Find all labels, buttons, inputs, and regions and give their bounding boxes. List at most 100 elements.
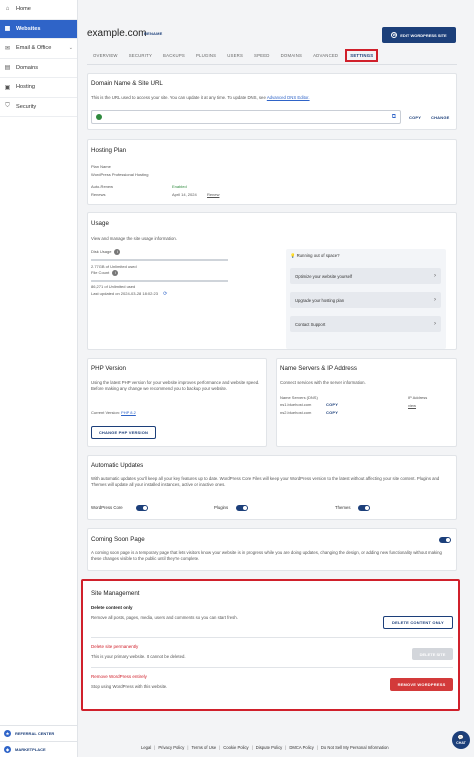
- coming-soon-card: Coming Soon Page A coming soon page is a…: [87, 528, 457, 571]
- sidebar: ⌂ Home ▦ Websites ✉ Email & Office ⌄ ▤ D…: [0, 0, 78, 757]
- tab-plugins[interactable]: PLUGINS: [192, 51, 220, 62]
- tab-speed[interactable]: SPEED: [250, 51, 274, 62]
- toggle-label-core: WordPress Core: [91, 505, 123, 510]
- toggle-label-themes: Themes: [335, 505, 351, 510]
- info-icon[interactable]: i: [112, 270, 119, 276]
- email-icon: ✉: [4, 45, 11, 52]
- ip-view-link[interactable]: view: [408, 403, 416, 408]
- php-current-value[interactable]: PHP 8.2: [121, 410, 136, 415]
- promo-panel: 💡 Running out of space? Optimize your we…: [286, 249, 446, 349]
- tab-security[interactable]: SECURITY: [125, 51, 156, 62]
- plan-name-label: Plan Name: [91, 164, 111, 169]
- renew-link[interactable]: Renew: [207, 192, 219, 197]
- tab-overview[interactable]: OVERVIEW: [89, 51, 122, 62]
- change-php-version-button[interactable]: CHANGE PHP VERSION: [91, 426, 156, 439]
- hosting-card-title: Hosting Plan: [91, 147, 127, 154]
- renews-label: Renews: [91, 192, 106, 197]
- tabs-divider: [87, 64, 457, 65]
- sidebar-item-security[interactable]: ⛉ Security: [0, 98, 77, 117]
- lightbulb-icon: 💡: [290, 253, 296, 258]
- refresh-icon[interactable]: ⟳: [163, 291, 167, 297]
- sidebar-item-email[interactable]: ✉ Email & Office ⌄: [0, 39, 77, 59]
- ip-address-label: IP Address: [408, 395, 428, 400]
- promo-title: 💡 Running out of space?: [290, 253, 340, 259]
- marketplace-link[interactable]: ◆ MARKETPLACE: [0, 741, 78, 757]
- wordpress-core-toggle[interactable]: [136, 505, 148, 511]
- chevron-right-icon: ›: [434, 297, 436, 303]
- site-url-input[interactable]: ⧉: [91, 110, 401, 124]
- rename-link[interactable]: RENAME: [144, 31, 163, 36]
- chat-button[interactable]: 💬 CHAT: [452, 731, 470, 749]
- promo-item-upgrade[interactable]: Upgrade your hosting plan ›: [290, 292, 441, 308]
- promo-item-optimize[interactable]: Optimize your website yourself ›: [290, 268, 441, 284]
- footer-link-terms[interactable]: Terms of Use: [189, 745, 220, 750]
- tab-users[interactable]: USERS: [223, 51, 247, 62]
- sidebar-item-home[interactable]: ⌂ Home: [0, 0, 77, 20]
- usage-card: Usage View and manage the site usage inf…: [87, 212, 457, 350]
- delete-content-only-button[interactable]: DELETE CONTENT ONLY: [383, 616, 453, 629]
- referral-center-link[interactable]: ★ REFERRAL CENTER: [0, 725, 78, 741]
- hosting-card: Hosting Plan Plan Name WordPress Profess…: [87, 139, 457, 205]
- file-count-bar: [91, 280, 228, 282]
- coming-soon-toggle[interactable]: [439, 537, 451, 543]
- change-url-link[interactable]: CHANGE: [431, 115, 450, 120]
- themes-toggle[interactable]: [358, 505, 370, 511]
- ns2-value: ns2.bluehost.com: [280, 410, 312, 415]
- usage-card-desc: View and manage the site usage informati…: [91, 236, 177, 241]
- nameservers-card: Name Servers & IP Address Connect servic…: [276, 358, 457, 447]
- delete-content-desc: Remove all posts, pages, media, users an…: [91, 615, 238, 620]
- footer-link-privacy[interactable]: Privacy Policy: [155, 745, 187, 750]
- tab-settings[interactable]: SETTINGS: [345, 49, 379, 62]
- nameservers-card-desc: Connect services with the server informa…: [280, 380, 366, 385]
- promo-item-support[interactable]: Contact Support ›: [290, 316, 441, 332]
- sidebar-item-hosting[interactable]: ▣ Hosting: [0, 78, 77, 98]
- auto-renew-label: Auto-Renew: [91, 184, 114, 189]
- ns-label: Name Servers (DNS): [280, 395, 318, 400]
- wordpress-icon: W: [391, 32, 398, 38]
- footer-link-cookie[interactable]: Cookie Policy: [220, 745, 251, 750]
- php-current-version: Current Version: PHP 8.2: [91, 410, 136, 415]
- copy-ns1-link[interactable]: COPY: [326, 402, 338, 407]
- tab-advanced[interactable]: ADVANCED: [309, 51, 342, 62]
- footer-link-dmca[interactable]: DMCA Policy: [286, 745, 316, 750]
- info-icon[interactable]: i: [114, 249, 121, 255]
- edit-wordpress-button[interactable]: W EDIT WORDPRESS SITE: [382, 27, 456, 43]
- tab-backups[interactable]: BACKUPS: [159, 51, 189, 62]
- promo-item-label: Optimize your website yourself: [295, 273, 353, 279]
- remove-wordpress-title: Remove WordPress entirely: [91, 674, 147, 679]
- php-current-label: Current Version:: [91, 410, 120, 415]
- remove-wordpress-desc: Stop using WordPress with this website.: [91, 684, 168, 689]
- footer: Legal | Privacy Policy | Terms of Use | Coo…: [138, 745, 392, 750]
- copy-url-link[interactable]: COPY: [409, 115, 421, 120]
- marketplace-icon: ◆: [4, 746, 11, 753]
- delete-site-title: Delete site permanently: [91, 644, 139, 649]
- auto-renew-value: Enabled: [172, 184, 187, 189]
- external-link-icon[interactable]: ⧉: [392, 114, 396, 121]
- domain-card-desc: This is the URL used to access your site…: [91, 95, 421, 101]
- disk-usage-value: 2.77GB of Unlimited used: [91, 264, 137, 269]
- promo-item-label: Contact Support: [295, 321, 326, 327]
- footer-link-do-not-sell[interactable]: Do Not Sell My Personal Information: [318, 745, 392, 750]
- referral-center-label: REFERRAL CENTER: [15, 731, 55, 736]
- remove-wordpress-button[interactable]: REMOVE WORDPRESS: [390, 678, 453, 691]
- copy-ns2-link[interactable]: COPY: [326, 410, 338, 415]
- footer-link-dispute[interactable]: Dispute Policy: [253, 745, 286, 750]
- referral-icon: ★: [4, 730, 11, 737]
- last-updated-text: Last updated on 2024-03-28 18:02:23 ⟳: [91, 291, 167, 297]
- advanced-dns-link[interactable]: Advanced DNS Editor.: [267, 95, 310, 100]
- ns1-value: ns1.bluehost.com: [280, 402, 312, 407]
- tab-domains[interactable]: DOMAINS: [277, 51, 306, 62]
- globe-icon: [96, 114, 102, 120]
- sidebar-item-domains[interactable]: ▤ Domains: [0, 59, 77, 78]
- page-title: example.com: [87, 28, 147, 39]
- home-icon: ⌂: [5, 6, 10, 13]
- domain-card-title: Domain Name & Site URL: [91, 80, 163, 87]
- sidebar-item-label: Hosting: [16, 84, 35, 91]
- divider: [91, 667, 453, 668]
- footer-link-legal[interactable]: Legal: [138, 745, 154, 750]
- sidebar-item-websites[interactable]: ▦ Websites: [0, 19, 77, 39]
- plugins-toggle[interactable]: [236, 505, 248, 511]
- delete-site-button: DELETE SITE: [412, 648, 453, 660]
- disk-usage-bar: [91, 259, 228, 261]
- php-card: PHP Version Using the latest PHP version…: [87, 358, 267, 447]
